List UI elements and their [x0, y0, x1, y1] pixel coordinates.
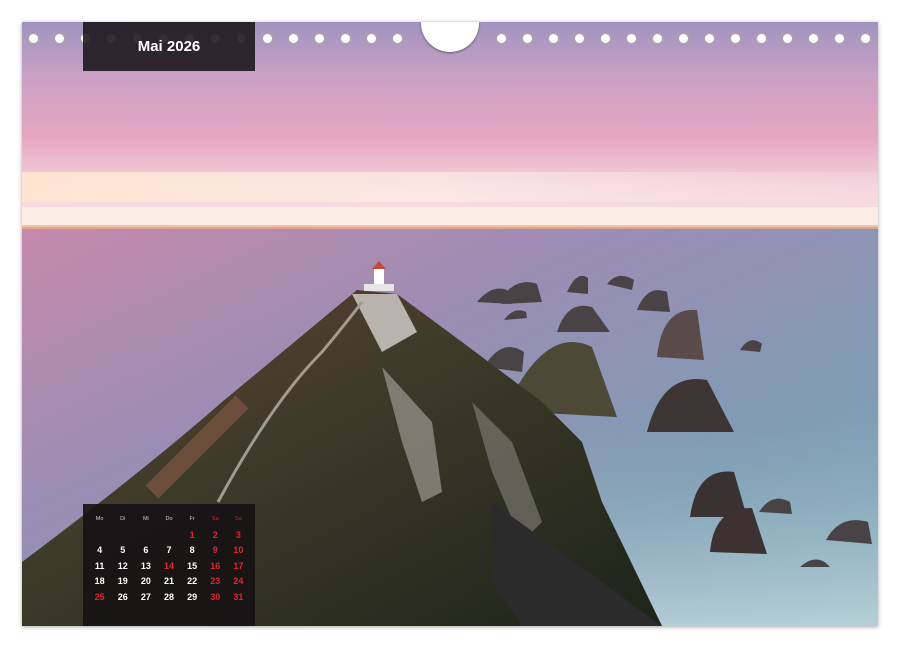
calendar-grid: MoDiMiDoFrSaSo12345678910111213141516171… — [88, 512, 250, 605]
calendar-day: 19 — [111, 574, 134, 590]
weekday-header: Di — [111, 512, 134, 528]
weekday-header: Do — [157, 512, 180, 528]
calendar-day: 29 — [181, 590, 204, 606]
calendar-day — [88, 528, 111, 544]
calendar-day: 1 — [181, 528, 204, 544]
calendar-day: 24 — [227, 574, 250, 590]
calendar-day: 18 — [88, 574, 111, 590]
calendar-day: 31 — [227, 590, 250, 606]
calendar-day: 12 — [111, 559, 134, 575]
calendar-day: 9 — [204, 543, 227, 559]
weekday-header: Mo — [88, 512, 111, 528]
calendar-day — [134, 528, 157, 544]
calendar-day: 4 — [88, 543, 111, 559]
calendar-day: 28 — [157, 590, 180, 606]
calendar-day: 3 — [227, 528, 250, 544]
calendar-day: 7 — [157, 543, 180, 559]
calendar-day: 16 — [204, 559, 227, 575]
calendar-day: 27 — [134, 590, 157, 606]
calendar-day: 14 — [157, 559, 180, 575]
calendar-day: 20 — [134, 574, 157, 590]
calendar-day: 6 — [134, 543, 157, 559]
calendar-day: 17 — [227, 559, 250, 575]
calendar-day: 13 — [134, 559, 157, 575]
calendar-day: 22 — [181, 574, 204, 590]
calendar-day: 30 — [204, 590, 227, 606]
calendar-day: 5 — [111, 543, 134, 559]
calendar-day: 8 — [181, 543, 204, 559]
calendar-day — [111, 528, 134, 544]
weekday-header: So — [227, 512, 250, 528]
calendar-day: 10 — [227, 543, 250, 559]
month-calendar: MoDiMiDoFrSaSo12345678910111213141516171… — [83, 504, 255, 626]
month-title-text: Mai 2026 — [138, 38, 201, 55]
calendar-day: 15 — [181, 559, 204, 575]
calendar-day: 21 — [157, 574, 180, 590]
calendar-day — [157, 528, 180, 544]
calendar-day: 11 — [88, 559, 111, 575]
calendar-day: 25 — [88, 590, 111, 606]
month-title: Mai 2026 — [83, 22, 255, 71]
calendar-day: 2 — [204, 528, 227, 544]
weekday-header: Fr — [181, 512, 204, 528]
calendar-day: 23 — [204, 574, 227, 590]
calendar-day: 26 — [111, 590, 134, 606]
weekday-header: Mi — [134, 512, 157, 528]
weekday-header: Sa — [204, 512, 227, 528]
